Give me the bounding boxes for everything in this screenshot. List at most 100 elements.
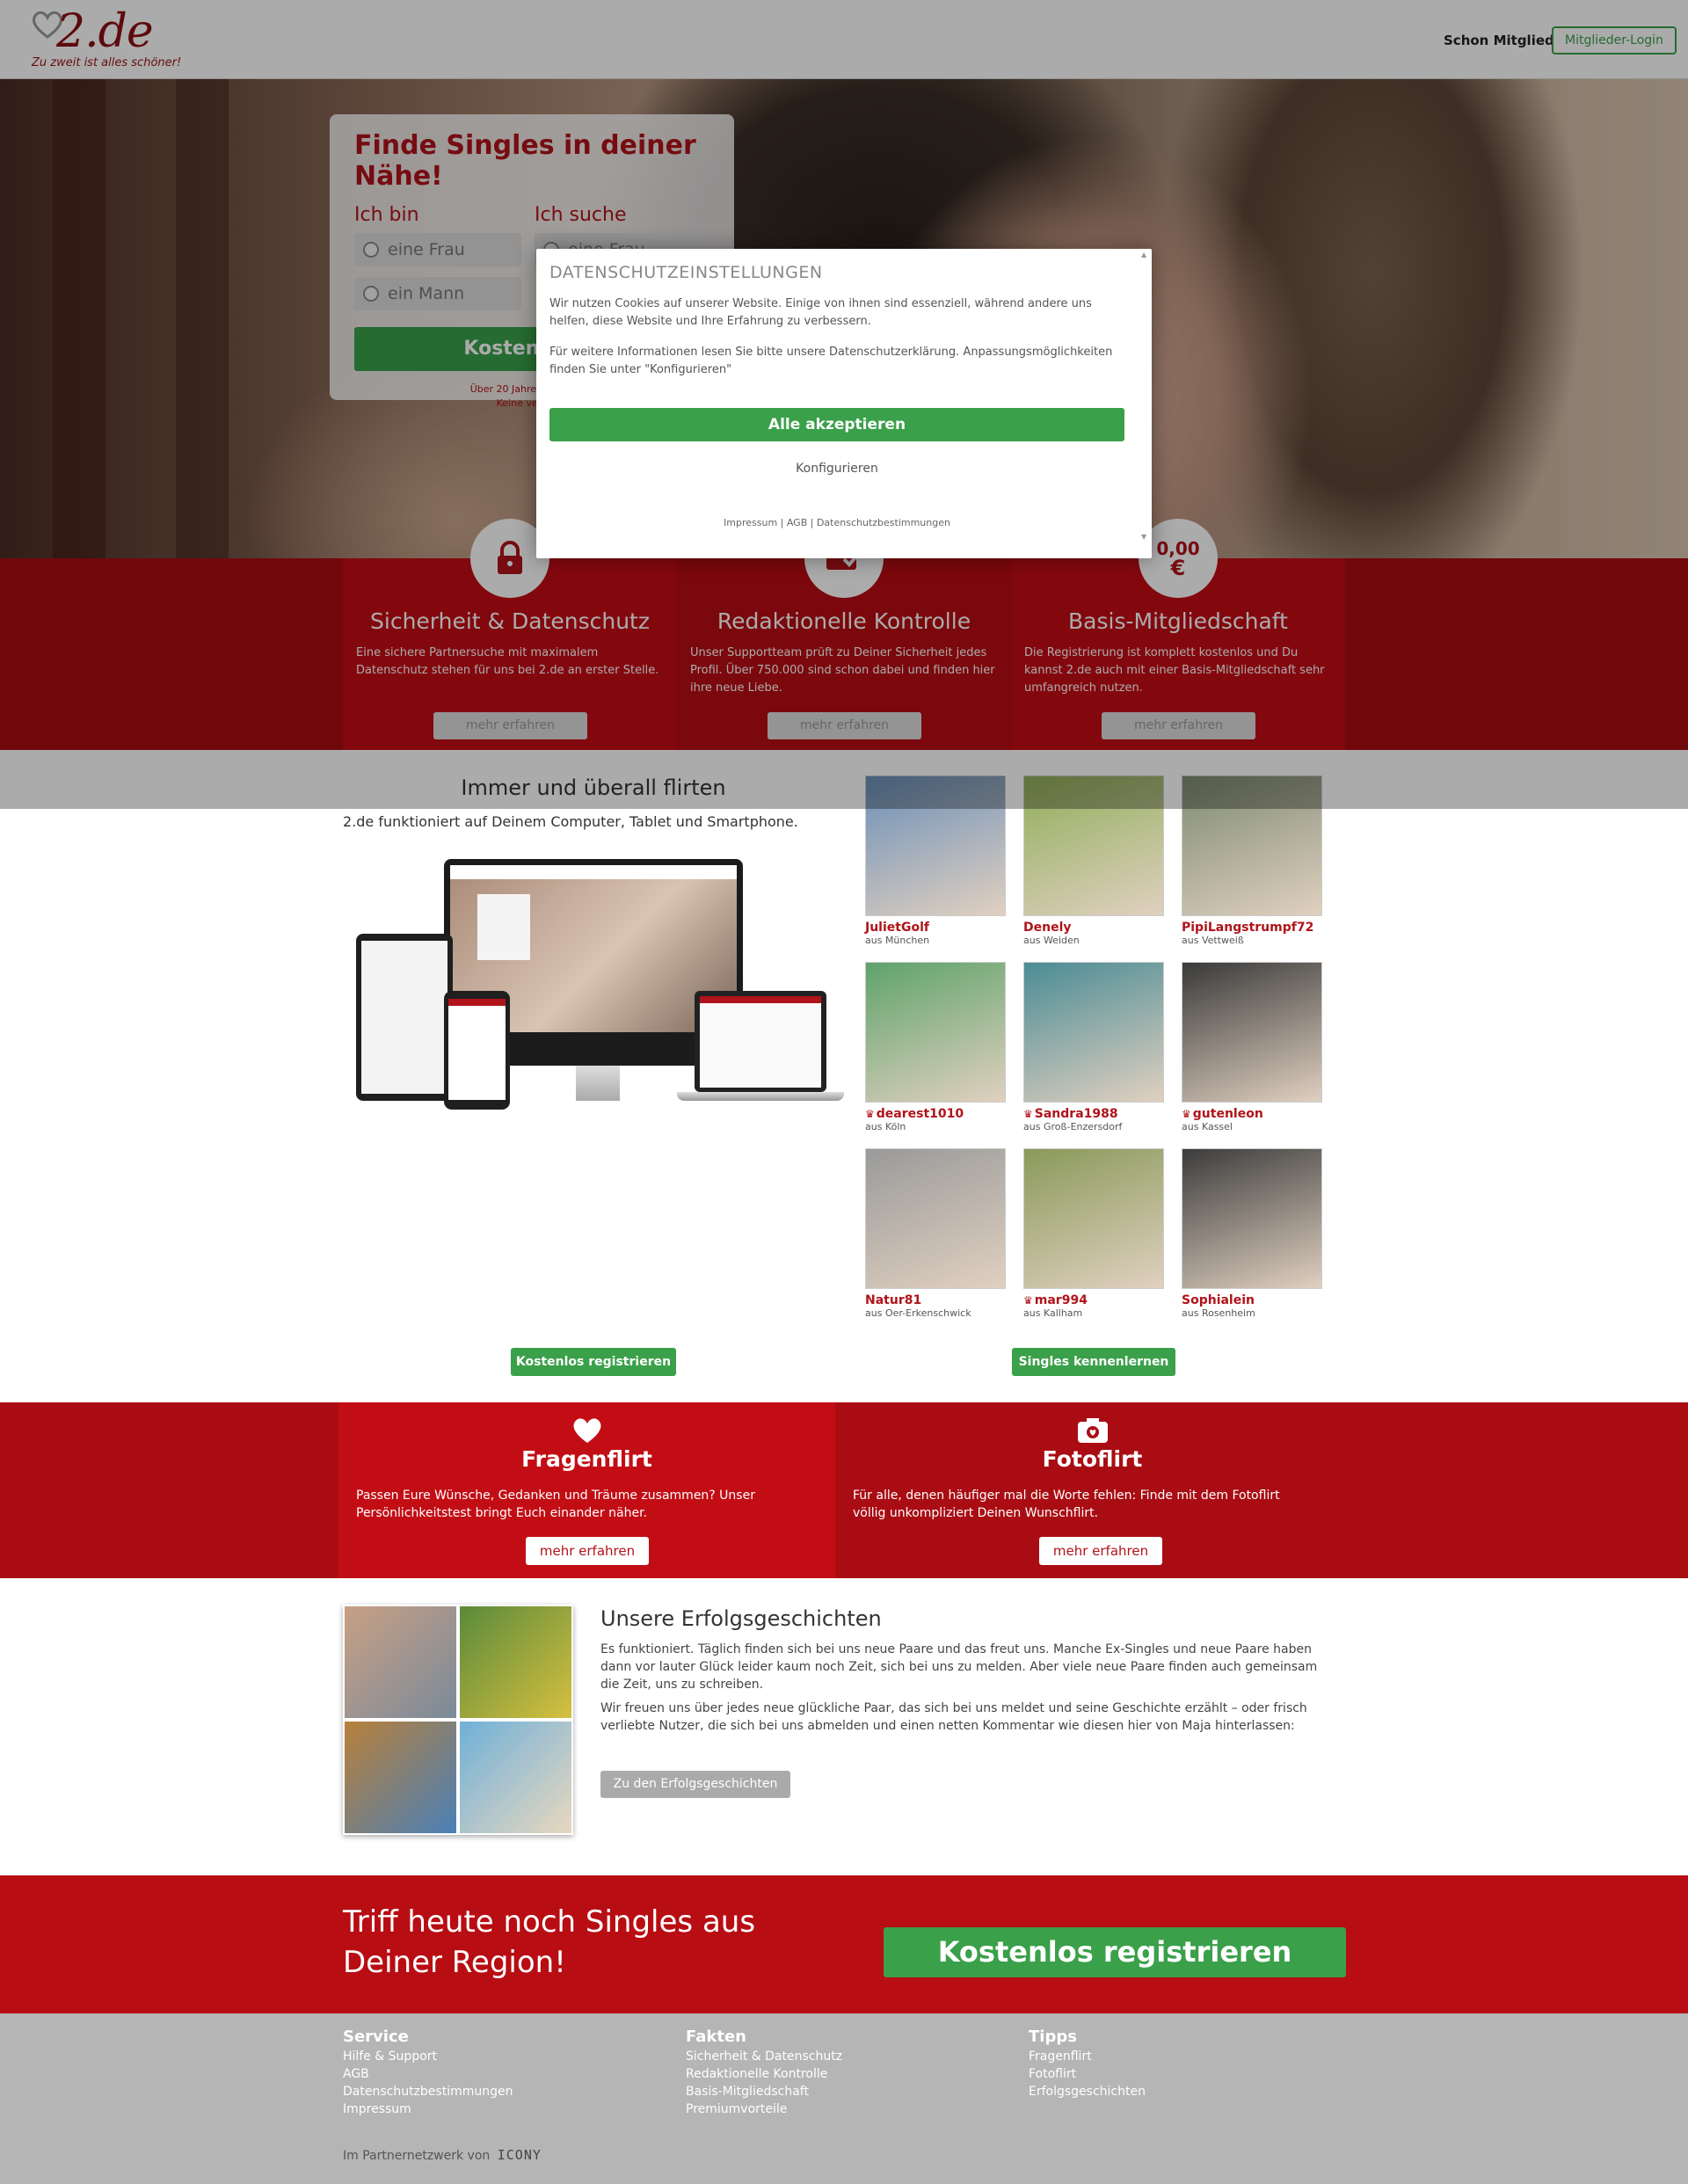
site-logo[interactable]: 2.de Zu zweit ist alles schöner! xyxy=(30,5,182,74)
scroll-up-icon[interactable]: ▲ xyxy=(1141,251,1150,258)
profile-name-text: Sophialein xyxy=(1182,1293,1255,1307)
success-stories-collage xyxy=(343,1605,573,1835)
feature-basic-membership: 0,00 € Basis-Mitgliedschaft Die Registri… xyxy=(1011,519,1345,750)
profile-card[interactable]: Sophialein aus Rosenheim xyxy=(1182,1148,1322,1335)
icony-logo[interactable]: ICONY xyxy=(498,2147,542,2163)
devices-illustration xyxy=(356,855,844,1110)
footer-heading: Tipps xyxy=(1029,2027,1077,2046)
feature-text: Unser Supportteam prüft zu Deiner Sicher… xyxy=(690,646,995,695)
iam-man-radio[interactable]: ein Mann xyxy=(354,277,521,310)
scroll-down-icon[interactable]: ▼ xyxy=(1141,533,1146,541)
profile-name[interactable]: ♛ mar994 xyxy=(1023,1293,1164,1307)
profile-name[interactable]: Sophialein xyxy=(1182,1293,1322,1307)
profile-name[interactable]: ♛ Sandra1988 xyxy=(1023,1107,1164,1121)
accept-all-button[interactable]: Alle akzeptieren xyxy=(549,408,1124,441)
profile-card[interactable]: PipiLangstrumpf72 aus Vettweiß xyxy=(1182,775,1322,962)
cookie-footer-links[interactable]: Impressum | AGB | Datenschutzbestimmunge… xyxy=(549,517,1124,528)
feature-more-button[interactable]: mehr erfahren xyxy=(1102,712,1255,739)
profile-name[interactable]: PipiLangstrumpf72 xyxy=(1182,921,1322,935)
flirt-subtitle: 2.de funktioniert auf Deinem Computer, T… xyxy=(343,813,798,830)
profile-photo[interactable] xyxy=(1182,1148,1322,1289)
site-header: 2.de Zu zweit ist alles schöner! Schon M… xyxy=(0,0,1688,79)
partner-text: Im Partnernetzwerk von xyxy=(343,2149,491,2163)
footer-link[interactable]: Impressum xyxy=(343,2100,633,2118)
monitor-topbar xyxy=(450,865,737,879)
success-stories-button[interactable]: Zu den Erfolgsgeschichten xyxy=(600,1771,790,1798)
profile-name-text: Sandra1988 xyxy=(1034,1107,1118,1121)
success-text: Es funktioniert. Täglich finden sich bei… xyxy=(600,1642,1318,1692)
crown-icon: ♛ xyxy=(1182,1108,1191,1120)
footer-link[interactable]: AGB xyxy=(343,2065,633,2083)
profile-photo[interactable] xyxy=(1023,775,1164,916)
radio-label: ein Mann xyxy=(388,284,465,303)
footer-link[interactable]: Erfolgsgeschichten xyxy=(1029,2083,1319,2100)
phone-screen xyxy=(448,999,506,1100)
laptop-image xyxy=(677,991,844,1105)
price-currency: € xyxy=(1170,556,1186,580)
footer-link[interactable]: Redaktionelle Kontrolle xyxy=(686,2065,976,2083)
profile-card[interactable]: ♛ gutenleon aus Kassel xyxy=(1182,962,1322,1148)
profile-photo[interactable] xyxy=(865,775,1006,916)
logo-tagline: Zu zweit ist alles schöner! xyxy=(32,56,182,69)
profile-name[interactable]: Natur81 xyxy=(865,1293,1006,1307)
profile-photo[interactable] xyxy=(865,1148,1006,1289)
profile-card[interactable]: JulietGolf aus München xyxy=(865,775,1006,962)
meet-singles-button[interactable]: Singles kennenlernen xyxy=(1012,1348,1175,1376)
footer-link[interactable]: Datenschutzbestimmungen xyxy=(343,2083,633,2100)
search-title: Finde Singles in deiner Nähe! xyxy=(354,130,696,192)
footer-link[interactable]: Fotoflirt xyxy=(1029,2065,1319,2083)
profile-name[interactable]: Denely xyxy=(1023,921,1164,935)
success-text: Wir freuen uns über jedes neue glücklich… xyxy=(600,1701,1307,1733)
cookie-title: DATENSCHUTZEINSTELLUNGEN xyxy=(549,263,823,282)
register-free-button[interactable]: Kostenlos registrieren xyxy=(511,1348,676,1376)
iam-woman-radio[interactable]: eine Frau xyxy=(354,233,521,266)
footer-link[interactable]: Premiumvorteile xyxy=(686,2100,976,2118)
success-title: Unsere Erfolgsgeschichten xyxy=(600,1606,882,1631)
profile-name[interactable]: JulietGolf xyxy=(865,921,1006,935)
footer-link[interactable]: Hilfe & Support xyxy=(343,2048,633,2065)
tablet-screen xyxy=(361,941,447,1094)
cta-register-button[interactable]: Kostenlos registrieren xyxy=(884,1927,1346,1977)
profile-grid: JulietGolf aus München Denely aus Weiden Pip… xyxy=(865,775,1322,1338)
feature-more-button[interactable]: mehr erfahren xyxy=(768,712,921,739)
crown-icon: ♛ xyxy=(865,1108,875,1120)
cookie-text: Wir nutzen Cookies auf unserer Website. … xyxy=(549,297,1092,328)
profile-card[interactable]: ♛ Sandra1988 aus Groß-Enzersdorf xyxy=(1023,962,1164,1148)
profile-name[interactable]: ♛ dearest1010 xyxy=(865,1107,1006,1121)
profile-card[interactable]: Denely aus Weiden xyxy=(1023,775,1164,962)
feature-more-button[interactable]: mehr erfahren xyxy=(433,712,587,739)
footer-heading: Service xyxy=(343,2027,409,2046)
profile-name-text: Denely xyxy=(1023,921,1072,935)
radio-icon xyxy=(363,242,379,258)
couple-photo xyxy=(345,1722,456,1833)
profile-card[interactable]: ♛ dearest1010 aus Köln xyxy=(865,962,1006,1148)
tile-more-button[interactable]: mehr erfahren xyxy=(526,1537,649,1565)
configure-link[interactable]: Konfigurieren xyxy=(549,462,1124,476)
profile-location: aus Vettweiß xyxy=(1182,935,1244,946)
laptop-base xyxy=(677,1092,844,1101)
profile-photo[interactable] xyxy=(1182,775,1322,916)
profile-location: aus München xyxy=(865,935,930,946)
radio-icon xyxy=(363,286,379,302)
profile-name[interactable]: ♛ gutenleon xyxy=(1182,1107,1322,1121)
crown-icon: ♛ xyxy=(1023,1294,1033,1307)
footer-link[interactable]: Fragenflirt xyxy=(1029,2048,1319,2065)
profile-photo[interactable] xyxy=(865,962,1006,1103)
footer-link[interactable]: Basis-Mitgliedschaft xyxy=(686,2083,976,2100)
profile-photo[interactable] xyxy=(1023,962,1164,1103)
member-login-button[interactable]: Mitglieder-Login xyxy=(1552,26,1677,55)
footer-link[interactable]: Sicherheit & Datenschutz xyxy=(686,2048,976,2065)
modal-scrollbar[interactable]: ▲ ▼ xyxy=(1141,251,1150,541)
cookie-consent-dialog: DATENSCHUTZEINSTELLUNGEN Wir nutzen Cook… xyxy=(536,249,1152,558)
tile-more-button[interactable]: mehr erfahren xyxy=(1039,1537,1162,1565)
profile-card[interactable]: ♛ mar994 aus Kallham xyxy=(1023,1148,1164,1335)
hero-image-detail xyxy=(53,79,106,558)
profile-location: aus Oer-Erkenschwick xyxy=(865,1307,971,1319)
profile-card[interactable]: Natur81 aus Oer-Erkenschwick xyxy=(865,1148,1006,1335)
profile-location: aus Kallham xyxy=(1023,1307,1083,1319)
profile-location: aus Weiden xyxy=(1023,935,1080,946)
couple-photo xyxy=(345,1606,456,1718)
profile-photo[interactable] xyxy=(1023,1148,1164,1289)
profile-photo[interactable] xyxy=(1182,962,1322,1103)
profile-name-text: PipiLangstrumpf72 xyxy=(1182,921,1314,935)
